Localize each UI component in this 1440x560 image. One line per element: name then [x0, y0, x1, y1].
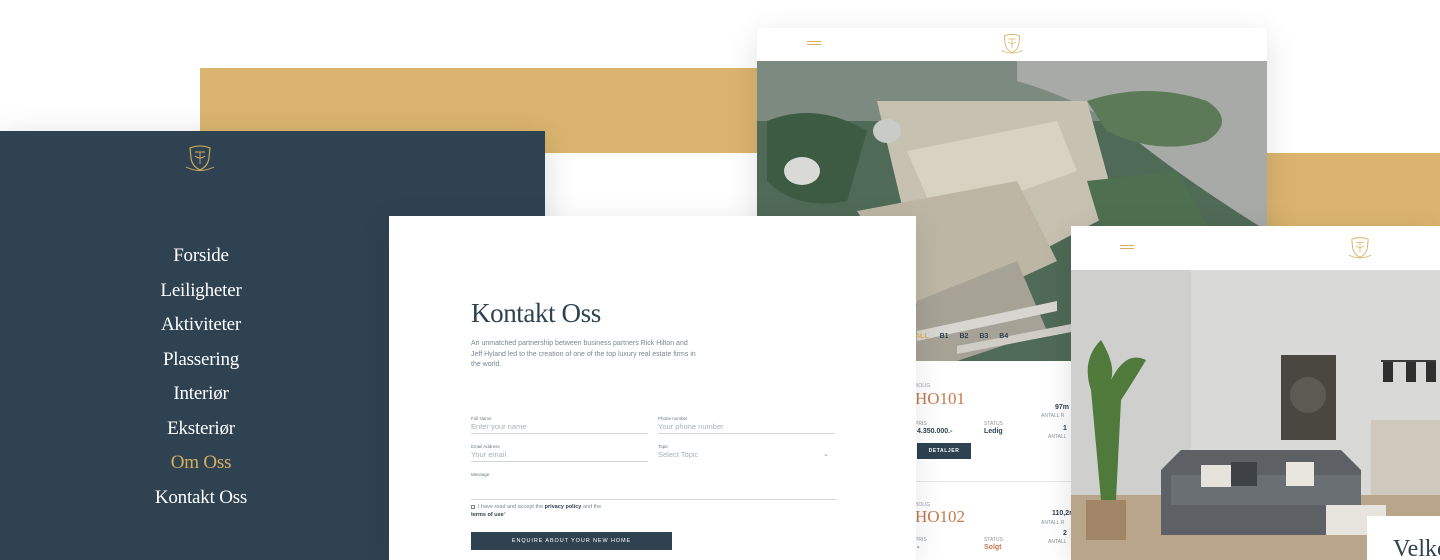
interior-page-mockup: Velko — [1071, 226, 1440, 560]
phone-input[interactable]: Your phone number — [658, 422, 835, 434]
phone-label: Phone number — [658, 416, 688, 421]
email-input[interactable]: Your email — [471, 450, 648, 462]
consent-checkbox-row: I have read and accept the privacy polic… — [471, 504, 671, 519]
unit-area-label: ANTALL R — [1041, 520, 1065, 526]
menu-item-om-oss[interactable]: Om Oss — [0, 446, 402, 481]
filter-tab-all[interactable]: ALL — [915, 333, 929, 340]
unit-code: HO101 — [915, 389, 966, 408]
privacy-policy-link[interactable]: privacy policy — [545, 504, 582, 510]
phone-field[interactable]: Phone number Your phone number — [658, 416, 835, 434]
required-asterisk: * — [503, 511, 506, 518]
filter-tab-b4[interactable]: B4 — [999, 333, 1008, 340]
email-label: Email Address — [471, 444, 500, 449]
unit-code: HO102 — [915, 507, 966, 526]
welcome-heading: Velko — [1393, 536, 1440, 560]
terms-of-use-link[interactable]: terms of use — [471, 512, 504, 518]
full-name-field[interactable]: Full Name Enter your name — [471, 416, 648, 434]
list-divider — [915, 481, 1075, 482]
main-menu-list: Forside Leiligheter Aktiviteter Plasseri… — [0, 239, 402, 515]
enquire-button[interactable]: ENQUIRE ABOUT YOUR NEW HOME — [471, 532, 672, 550]
email-field[interactable]: Email Address Your email — [471, 444, 648, 462]
full-name-label: Full Name — [471, 416, 492, 421]
message-field[interactable]: Message — [471, 472, 836, 500]
mockup-header — [757, 28, 1267, 61]
unit-status: Solgt — [984, 544, 1002, 551]
topic-select-value[interactable]: Select Topic — [658, 450, 835, 462]
menu-item-forside[interactable]: Forside — [0, 239, 402, 274]
price-label: PRIS — [915, 421, 927, 427]
menu-item-aktiviteter[interactable]: Aktiviteter — [0, 308, 402, 343]
consent-checkbox[interactable] — [471, 504, 475, 509]
full-name-input[interactable]: Enter your name — [471, 422, 648, 434]
topic-select[interactable]: Topic Select Topic ⌄ — [658, 444, 835, 462]
building-filter-tabs: ALL B1 B2 B3 B4 — [915, 333, 1075, 347]
price-label: PRIS — [915, 537, 927, 543]
message-label: Message — [471, 472, 490, 477]
rooms-label: ANTALL — [1048, 434, 1067, 440]
rooms-label: ANTALL — [1048, 539, 1067, 545]
consent-text: I have read and accept the — [478, 504, 545, 510]
contact-page-mockup: Kontakt Oss An unmatched partnership bet… — [389, 216, 916, 560]
menu-item-kontakt-oss[interactable]: Kontakt Oss — [0, 481, 402, 516]
unit-size: 97m — [1055, 404, 1070, 411]
consent-text-and: and the — [581, 504, 602, 510]
filter-tab-b3[interactable]: B3 — [979, 333, 988, 340]
page-title: Kontakt Oss — [471, 298, 601, 328]
unit-area-label: ANTALL R — [1041, 413, 1065, 419]
crest-logo-icon — [1348, 237, 1372, 259]
welcome-card: Velko — [1367, 516, 1440, 560]
menu-item-interior[interactable]: Interiør — [0, 377, 402, 412]
hamburger-icon[interactable] — [1120, 245, 1134, 252]
topic-label: Topic — [658, 444, 669, 449]
unit-price: - — [917, 544, 920, 551]
unit-status: Ledig — [984, 428, 1003, 435]
filter-tab-b2[interactable]: B2 — [959, 333, 968, 340]
status-label: STATUS — [984, 421, 1003, 427]
menu-item-plassering[interactable]: Plassering — [0, 343, 402, 378]
unit-rooms: 1 — [1063, 425, 1067, 432]
status-label: STATUS — [984, 537, 1003, 543]
unit-rooms: 2 — [1063, 530, 1067, 537]
details-button[interactable]: DETALJER — [917, 443, 971, 459]
crest-logo-icon — [1001, 33, 1023, 54]
contact-intro-text: An unmatched partnership between busines… — [471, 340, 696, 368]
hamburger-icon[interactable] — [807, 41, 821, 48]
filter-tab-b1[interactable]: B1 — [940, 333, 949, 340]
message-textarea[interactable] — [471, 478, 836, 500]
chevron-down-icon[interactable]: ⌄ — [823, 450, 829, 458]
unit-price: 4.350.000.- — [917, 428, 953, 435]
menu-item-eksterior[interactable]: Eksteriør — [0, 412, 402, 447]
gold-accent-band — [1260, 153, 1440, 228]
crest-logo-icon — [185, 145, 215, 171]
menu-item-leiligheter[interactable]: Leiligheter — [0, 274, 402, 309]
